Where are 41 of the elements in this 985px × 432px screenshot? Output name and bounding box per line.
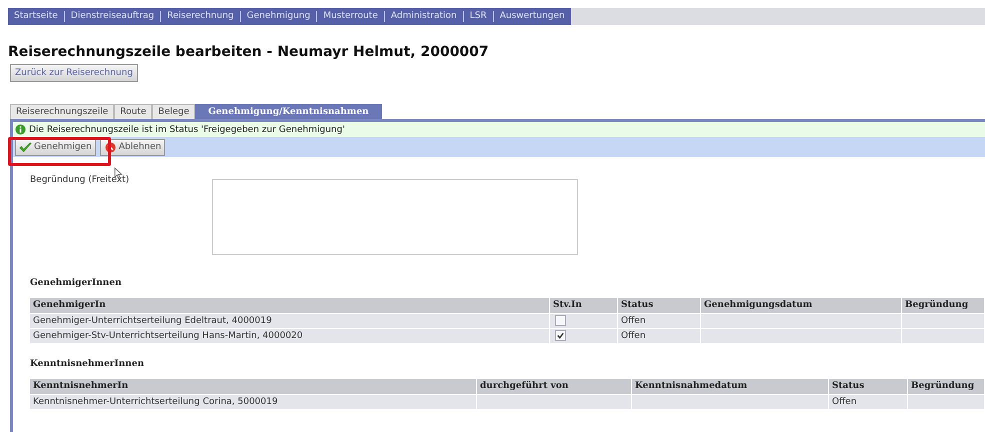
column-header: Genehmigungsdatum [700,298,902,313]
table-cell: Offen [828,394,908,409]
nav-link[interactable]: Startseite [8,11,65,22]
nav-link[interactable]: Dienstreiseauftrag [64,11,162,22]
tab[interactable]: Belege [152,104,196,119]
page-title: Reiserechnungszeile bearbeiten - Neumayr Helmut, 2000007 [8,44,490,61]
reject-button[interactable]: Ablehnen [100,138,166,156]
nav-link[interactable]: Auswertungen [494,11,571,22]
table-cell: Offen [618,328,700,343]
reason-text-field[interactable] [212,179,578,255]
tab[interactable]: Genehmigung/Kenntnisnahmen [195,104,382,119]
column-header: durchgeführt von [476,379,632,394]
column-header: Begründung [908,379,984,394]
checkbox[interactable] [555,330,566,342]
column-header: Stv.In [550,298,618,313]
tab[interactable]: Route [114,104,152,119]
checkmark-icon [19,142,32,152]
section-heading: KenntnisnehmerInnen [30,359,145,369]
nav-link[interactable]: Genehmigung [240,11,318,22]
table-cell: Offen [618,313,700,328]
table-cell: Genehmiger-Stv-Unterrichtserteilung Hans-Martin, 4000020 [30,328,550,343]
column-header: KenntnisnehmerIn [30,379,476,394]
column-header: Status [618,298,700,313]
tab[interactable]: Reiserechnungszeile [10,104,114,119]
column-header: Kenntnisnahmedatum [632,379,828,394]
nav-link[interactable]: Administration [384,11,464,22]
back-button[interactable]: Zurück zur Reiserechnung [10,64,138,82]
nav-link[interactable]: Musterroute [317,11,385,22]
column-header: GenehmigerIn [30,298,550,313]
section-heading: GenehmigerInnen [30,278,122,288]
column-header: Begründung [902,298,984,313]
status-message: Die Reiserechnungszeile ist im Status 'Freigegeben zur Genehmigung' [29,124,345,134]
table-cell: Genehmiger-Unterrichtserteilung Edeltraut, 4000019 [30,313,550,328]
nav-link[interactable]: Reiserechnung [161,11,241,22]
column-header: Status [828,379,908,394]
table-cell: Kenntnisnehmer-Unterrichtserteilung Corina, 5000019 [30,394,476,409]
nav-link[interactable]: LSR [464,11,494,22]
checkbox[interactable] [555,315,566,326]
cancel-icon [104,142,117,152]
field-label: Begründung (Freitext) [30,175,130,187]
info-icon [15,124,26,135]
